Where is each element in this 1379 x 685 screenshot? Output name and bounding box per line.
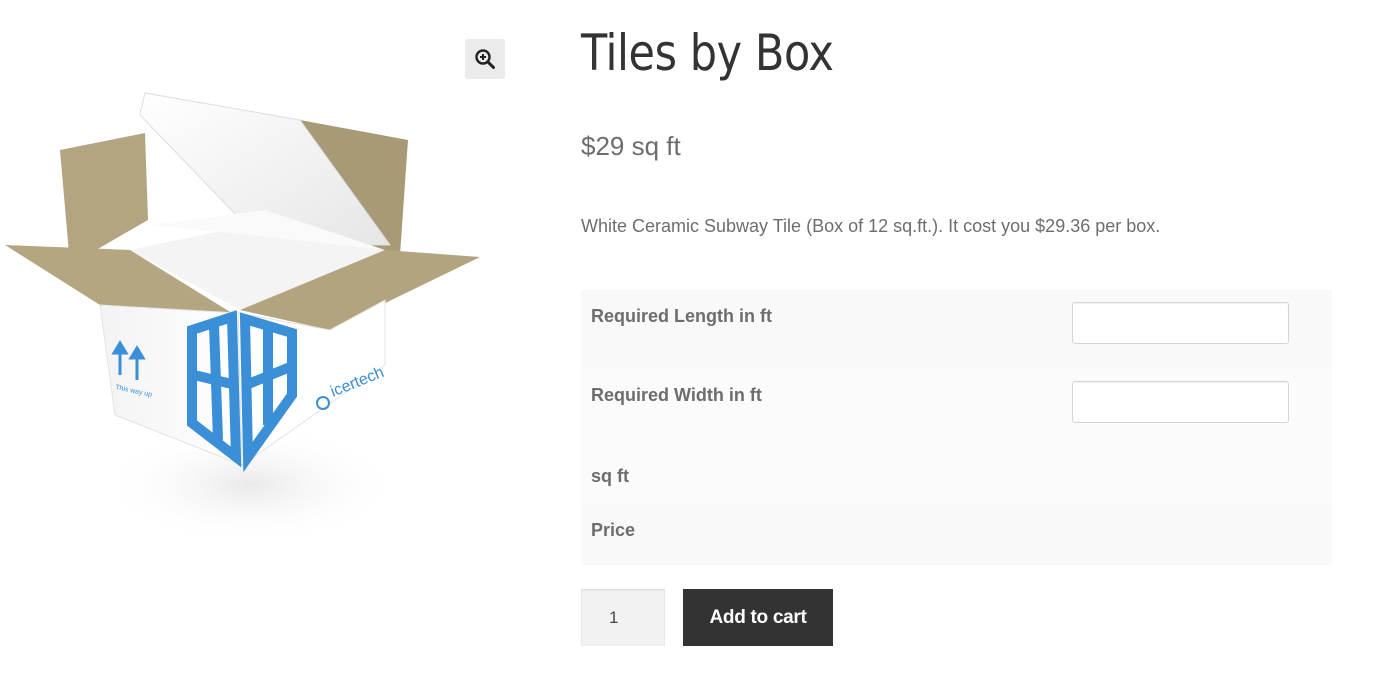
calc-row-width: Required Width in ft <box>581 368 1332 448</box>
length-input[interactable] <box>1072 302 1289 344</box>
product-title: Tiles by Box <box>581 24 834 82</box>
product-price: $29 sq ft <box>581 131 681 161</box>
price-label: Price <box>591 520 636 540</box>
product-description: White Ceramic Subway Tile (Box of 12 sq.… <box>581 216 1161 236</box>
width-label: Required Width in ft <box>591 385 762 405</box>
calc-row-length: Required Length in ft <box>581 290 1332 368</box>
area-label: sq ft <box>591 466 629 486</box>
width-input[interactable] <box>1072 381 1289 423</box>
area-calculator: Required Length in ft Required Width in … <box>581 290 1332 565</box>
product-page: This way up icertech Tiles by Box $29 sq… <box>0 0 1379 685</box>
calc-row-price: Price <box>581 504 1332 565</box>
calc-row-area: sq ft <box>581 448 1332 504</box>
product-image[interactable]: This way up icertech <box>0 85 490 555</box>
magnifier-plus-icon <box>475 49 495 69</box>
zoom-button[interactable] <box>465 39 505 79</box>
add-to-cart-button[interactable]: Add to cart <box>683 589 833 646</box>
product-gallery: This way up icertech <box>0 0 520 600</box>
length-label: Required Length in ft <box>591 306 772 326</box>
quantity-input[interactable] <box>581 589 665 646</box>
